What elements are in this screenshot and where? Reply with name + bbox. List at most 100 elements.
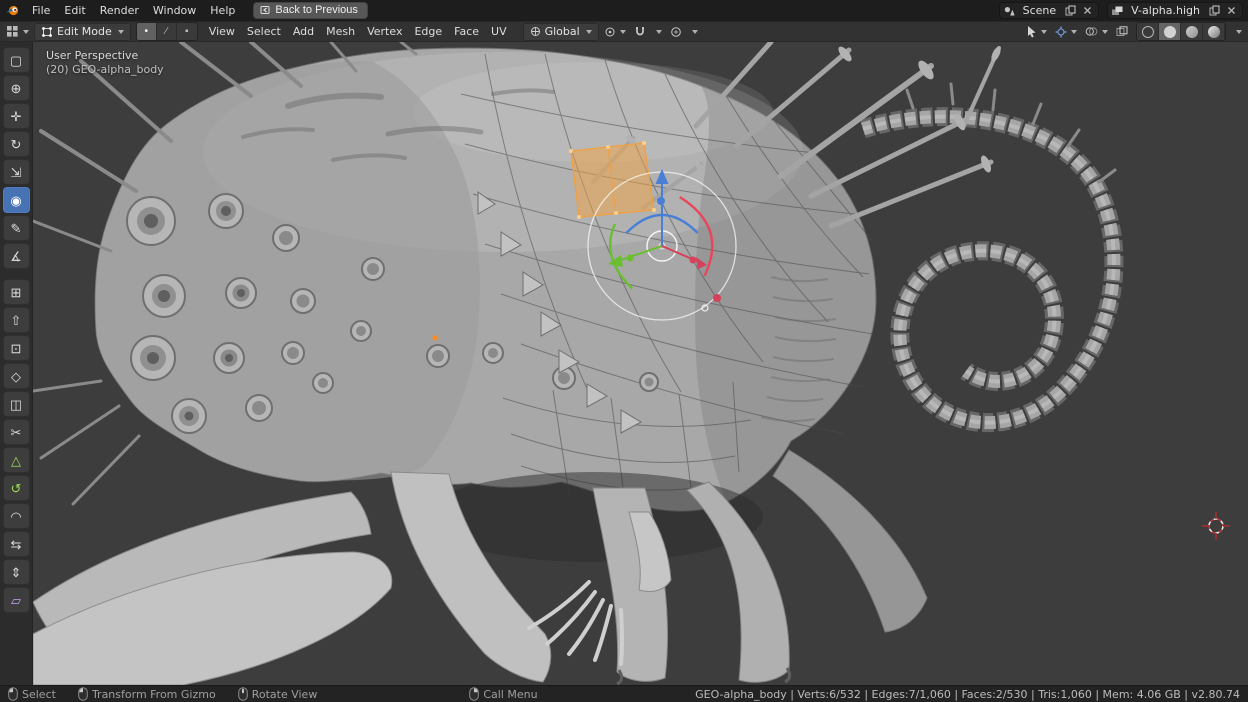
tool-select-box[interactable]: ▢ bbox=[3, 47, 30, 73]
menu-help[interactable]: Help bbox=[203, 2, 242, 19]
face-select-button[interactable]: ▪ bbox=[177, 23, 197, 40]
orientation-dropdown[interactable]: Global bbox=[523, 23, 599, 41]
tool-add-cube[interactable]: ⊞ bbox=[3, 279, 30, 305]
back-button-label: Back to Previous bbox=[275, 4, 358, 16]
select-mode-group: • ∕ ▪ bbox=[136, 22, 198, 41]
duplicate-icon bbox=[1065, 5, 1076, 16]
tool-spin[interactable]: ↺ bbox=[3, 475, 30, 501]
edge-select-button[interactable]: ∕ bbox=[157, 23, 177, 40]
view-layer-icon bbox=[1111, 5, 1124, 17]
shading-wireframe-button[interactable] bbox=[1137, 23, 1159, 40]
duplicate-icon bbox=[1209, 5, 1220, 16]
tool-inset-faces[interactable]: ⊡ bbox=[3, 335, 30, 361]
proportional-icon bbox=[670, 26, 682, 38]
tool-annotate[interactable]: ✎ bbox=[3, 215, 30, 241]
tool-smooth[interactable]: ◠ bbox=[3, 503, 30, 529]
snap-toggle[interactable] bbox=[631, 23, 649, 40]
tool-edge-slide[interactable]: ⇆ bbox=[3, 531, 30, 557]
chevron-down-icon bbox=[620, 30, 626, 34]
tool-rotate[interactable]: ↻ bbox=[3, 131, 30, 157]
edit-mode-icon bbox=[41, 26, 53, 38]
scale-handle bbox=[713, 294, 721, 302]
topbar-menus: File Edit Render Window Help bbox=[25, 2, 242, 19]
show-gizmo-toggle[interactable] bbox=[1052, 23, 1080, 40]
pivot-icon bbox=[604, 26, 616, 38]
remove-view-layer-button[interactable] bbox=[1224, 3, 1239, 18]
unlink-scene-button[interactable] bbox=[1080, 3, 1095, 18]
tool-poly-build[interactable]: △ bbox=[3, 447, 30, 473]
close-icon bbox=[1227, 6, 1236, 15]
shading-settings-dropdown[interactable] bbox=[1231, 23, 1245, 40]
mode-dropdown[interactable]: Edit Mode bbox=[34, 23, 131, 41]
tool-transform[interactable]: ◉ bbox=[3, 187, 30, 213]
shading-rendered-button[interactable] bbox=[1203, 23, 1225, 40]
menu-edge[interactable]: Edge bbox=[408, 23, 448, 40]
new-view-layer-button[interactable] bbox=[1207, 3, 1222, 18]
menu-file[interactable]: File bbox=[25, 2, 57, 19]
proportional-falloff-dropdown[interactable] bbox=[687, 23, 701, 40]
menu-uv[interactable]: UV bbox=[485, 23, 513, 40]
menu-face[interactable]: Face bbox=[448, 23, 485, 40]
shading-material-button[interactable] bbox=[1181, 23, 1203, 40]
back-icon bbox=[260, 5, 270, 15]
snap-settings-dropdown[interactable] bbox=[651, 23, 665, 40]
shading-mode-group bbox=[1136, 22, 1226, 41]
tool-measure[interactable]: ∡ bbox=[3, 243, 30, 269]
3d-viewport[interactable]: User Perspective (20) GEO-alpha_body bbox=[33, 42, 1248, 685]
menu-select[interactable]: Select bbox=[241, 23, 287, 40]
chevron-down-icon bbox=[23, 30, 29, 34]
close-icon bbox=[1083, 6, 1092, 15]
back-to-previous-button[interactable]: Back to Previous bbox=[253, 2, 368, 19]
menu-render[interactable]: Render bbox=[93, 2, 146, 19]
show-overlays-toggle[interactable] bbox=[1082, 23, 1111, 40]
tool-move[interactable]: ✛ bbox=[3, 103, 30, 129]
overlays-icon bbox=[1085, 26, 1098, 37]
blender-logo-icon[interactable] bbox=[5, 4, 20, 17]
tool-extrude-region[interactable]: ⇧ bbox=[3, 307, 30, 333]
menu-edit[interactable]: Edit bbox=[57, 2, 92, 19]
statusbar: Select Transform From Gizmo Rotate View … bbox=[0, 685, 1248, 702]
mouse-left-icon bbox=[8, 687, 18, 701]
menu-window[interactable]: Window bbox=[146, 2, 203, 19]
view-layer-selector[interactable]: V-alpha.high bbox=[1107, 2, 1243, 19]
vertex-select-button[interactable]: • bbox=[137, 23, 157, 40]
pointer-icon bbox=[1026, 25, 1037, 38]
menu-view[interactable]: View bbox=[203, 23, 241, 40]
hint-label: Call Menu bbox=[483, 688, 537, 701]
shading-solid-button[interactable] bbox=[1159, 23, 1181, 40]
editor-type-button[interactable] bbox=[3, 23, 32, 40]
tool-shrink-fatten[interactable]: ⇕ bbox=[3, 559, 30, 585]
chevron-down-icon bbox=[118, 30, 124, 34]
chevron-down-icon bbox=[1041, 30, 1047, 34]
pivot-point-dropdown[interactable] bbox=[601, 23, 629, 40]
chevron-down-icon bbox=[656, 30, 662, 34]
menu-add[interactable]: Add bbox=[287, 23, 320, 40]
new-scene-button[interactable] bbox=[1063, 3, 1078, 18]
orientation-globe-icon bbox=[530, 26, 541, 37]
active-tool-dropdown[interactable] bbox=[1023, 23, 1050, 40]
tool-cursor[interactable]: ⊕ bbox=[3, 75, 30, 101]
chevron-down-icon bbox=[692, 30, 698, 34]
selected-vertex[interactable] bbox=[433, 336, 438, 341]
menu-mesh[interactable]: Mesh bbox=[320, 23, 361, 40]
tool-loop-cut[interactable]: ◫ bbox=[3, 391, 30, 417]
tool-shelf: ▢ ⊕ ✛ ↻ ⇲ ◉ ✎ ∡ ⊞ ⇧ ⊡ ◇ ◫ ✂ △ ↺ ◠ ⇆ ⇕ ▱ bbox=[0, 42, 33, 685]
status-hint-select: Select bbox=[8, 687, 56, 701]
viewport-menus: View Select Add Mesh Vertex Edge Face UV bbox=[203, 23, 513, 40]
tool-bevel[interactable]: ◇ bbox=[3, 363, 30, 389]
selected-faces[interactable] bbox=[569, 141, 656, 219]
tool-knife[interactable]: ✂ bbox=[3, 419, 30, 445]
proportional-editing-toggle[interactable] bbox=[667, 23, 685, 40]
scene-icon bbox=[1003, 5, 1016, 17]
tool-scale[interactable]: ⇲ bbox=[3, 159, 30, 185]
scene-selector[interactable]: Scene bbox=[999, 2, 1100, 19]
scene-statistics: GEO-alpha_body | Verts:6/532 | Edges:7/1… bbox=[695, 688, 1240, 701]
mouse-right-icon bbox=[469, 687, 479, 701]
tool-shear[interactable]: ▱ bbox=[3, 587, 30, 613]
chevron-down-icon bbox=[1071, 30, 1077, 34]
topbar: File Edit Render Window Help Back to Pre… bbox=[0, 0, 1248, 21]
hint-label: Rotate View bbox=[252, 688, 318, 701]
xray-toggle[interactable] bbox=[1113, 23, 1131, 40]
menu-vertex[interactable]: Vertex bbox=[361, 23, 408, 40]
chevron-down-icon bbox=[586, 30, 592, 34]
